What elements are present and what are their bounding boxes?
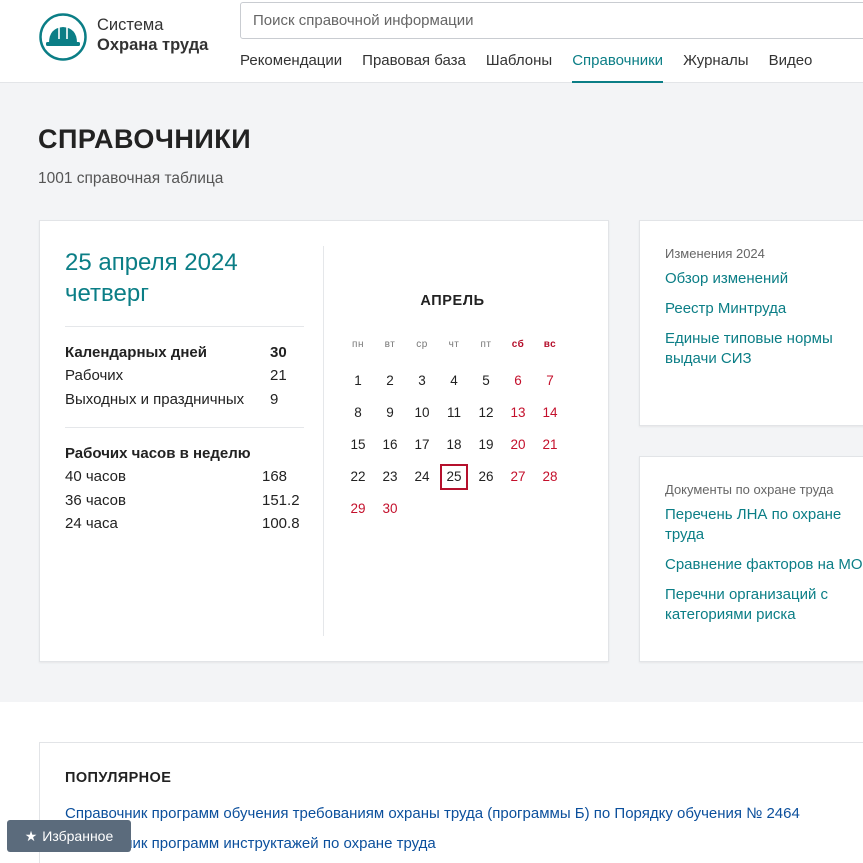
calendar-days-value: 30	[270, 344, 287, 361]
favorites-button[interactable]: ★ Избранное	[7, 820, 131, 852]
weekday-header: пт	[480, 339, 492, 350]
calendar-day[interactable]: 16	[376, 432, 404, 458]
popular-title: ПОПУЛЯРНОЕ	[65, 770, 172, 786]
star-icon: ★	[24, 827, 38, 844]
page-subtitle: 1001 справочная таблица	[38, 170, 224, 187]
divider	[65, 427, 304, 428]
hard-hat-logo-icon[interactable]	[38, 12, 88, 62]
calendar-day[interactable]: 27	[504, 464, 532, 490]
hours-value: 100.8	[262, 515, 300, 532]
hours-value: 151.2	[262, 492, 300, 509]
divider	[65, 326, 304, 327]
favorites-label: Избранное	[42, 828, 114, 844]
calendar-days-row: Календарных дней 30	[65, 343, 305, 363]
calendar-day[interactable]: 17	[408, 432, 436, 458]
calendar-day[interactable]: 18	[440, 432, 468, 458]
calendar-day[interactable]: 28	[536, 464, 564, 490]
calendar-day[interactable]: 23	[376, 464, 404, 490]
calendar-day[interactable]: 20	[504, 432, 532, 458]
current-date: 25 апреля 2024 четверг	[65, 247, 238, 309]
hours-row-36: 36 часов 151.2	[65, 491, 305, 511]
calendar-day[interactable]: 12	[472, 400, 500, 426]
calendar-day[interactable]: 15	[344, 432, 372, 458]
calendar-day[interactable]: 2	[376, 368, 404, 394]
calendar-month-title: АПРЕЛЬ	[420, 293, 485, 309]
hours-label: 36 часов	[65, 492, 126, 509]
weekday-header: сб	[511, 339, 525, 350]
brand-line-2: Охрана труда	[97, 36, 209, 54]
page-title: СПРАВОЧНИКИ	[38, 124, 252, 154]
calendar-day[interactable]: 21	[536, 432, 564, 458]
popular-card: ПОПУЛЯРНОЕ Справочник программ обучения …	[39, 742, 863, 863]
nav-reference-books[interactable]: Справочники	[572, 50, 664, 83]
current-date-text: 25 апреля 2024	[65, 249, 238, 276]
weekday-header: вс	[543, 339, 557, 350]
working-days-row: Рабочих 21	[65, 366, 305, 386]
weekday-header: чт	[448, 339, 460, 350]
hours-row-24: 24 часа 100.8	[65, 514, 305, 534]
weekday-header: пн	[352, 339, 364, 350]
weekend-days-label: Выходных и праздничных	[65, 391, 245, 408]
main-nav: Рекомендации Правовая база Шаблоны Справ…	[240, 50, 832, 83]
calendar-day[interactable]: 13	[504, 400, 532, 426]
docs-heading: Документы по охране труда	[665, 482, 834, 497]
link-risk-categories[interactable]: Перечни организаций с категориями риска	[665, 585, 863, 625]
hours-row-40: 40 часов 168	[65, 467, 305, 487]
changes-card: Изменения 2024 Обзор изменений Реестр Ми…	[639, 220, 863, 426]
site-header: Система Охрана труда Рекомендации Правов…	[0, 0, 863, 83]
search-input[interactable]	[240, 2, 863, 39]
current-weekday: четверг	[65, 280, 149, 307]
link-changes-overview[interactable]: Обзор изменений	[665, 269, 863, 289]
link-popular-1[interactable]: Справочник программ обучения требованиям…	[65, 805, 800, 822]
changes-heading: Изменения 2024	[665, 246, 765, 261]
hours-value: 168	[262, 468, 288, 485]
docs-card: Документы по охране труда Перечень ЛНА п…	[639, 456, 863, 662]
calendar-day[interactable]: 29	[344, 496, 372, 522]
brand-line-1: Система	[97, 16, 164, 34]
calendar-day[interactable]: 3	[408, 368, 436, 394]
hours-label: 40 часов	[65, 468, 126, 485]
calendar-day[interactable]: 5	[472, 368, 500, 394]
weekday-header: ср	[416, 339, 428, 350]
calendar-day[interactable]: 10	[408, 400, 436, 426]
calendar-day[interactable]: 24	[408, 464, 436, 490]
weekend-days-value: 9	[270, 391, 279, 408]
working-days-label: Рабочих	[65, 367, 124, 384]
nav-templates[interactable]: Шаблоны	[486, 50, 552, 83]
hours-label: 24 часа	[65, 515, 118, 532]
calendar-card: 25 апреля 2024 четверг Календарных дней …	[39, 220, 609, 662]
calendar-day[interactable]: 9	[376, 400, 404, 426]
calendar-days-label: Календарных дней	[65, 344, 207, 361]
weekend-days-row: Выходных и праздничных 9	[65, 390, 305, 410]
calendar-day[interactable]: 26	[472, 464, 500, 490]
link-factors-comparison[interactable]: Сравнение факторов на МО	[665, 555, 863, 575]
calendar-day[interactable]: 4	[440, 368, 468, 394]
calendar-day[interactable]: 11	[440, 400, 468, 426]
nav-legal-base[interactable]: Правовая база	[362, 50, 466, 83]
calendar-day[interactable]: 1	[344, 368, 372, 394]
working-days-value: 21	[270, 367, 287, 384]
calendar-day[interactable]: 22	[344, 464, 372, 490]
link-lna-list[interactable]: Перечень ЛНА по охране труда	[665, 505, 863, 545]
calendar-day[interactable]: 6	[504, 368, 532, 394]
link-mintrud-registry[interactable]: Реестр Минтруда	[665, 299, 863, 319]
nav-journals[interactable]: Журналы	[683, 50, 749, 83]
calendar-day[interactable]: 30	[376, 496, 404, 522]
brand-name[interactable]: Система Охрана труда	[97, 15, 208, 55]
calendar-day-today[interactable]: 25	[440, 464, 468, 490]
nav-video[interactable]: Видео	[769, 50, 813, 83]
vertical-divider	[323, 246, 324, 636]
hours-title: Рабочих часов в неделю	[65, 445, 251, 462]
nav-recommendations[interactable]: Рекомендации	[240, 50, 342, 83]
calendar-day[interactable]: 8	[344, 400, 372, 426]
calendar-day[interactable]: 7	[536, 368, 564, 394]
weekday-header: вт	[384, 339, 396, 350]
link-siz-norms[interactable]: Единые типовые нормы выдачи СИЗ	[665, 329, 863, 369]
calendar-day[interactable]: 19	[472, 432, 500, 458]
calendar-day[interactable]: 14	[536, 400, 564, 426]
